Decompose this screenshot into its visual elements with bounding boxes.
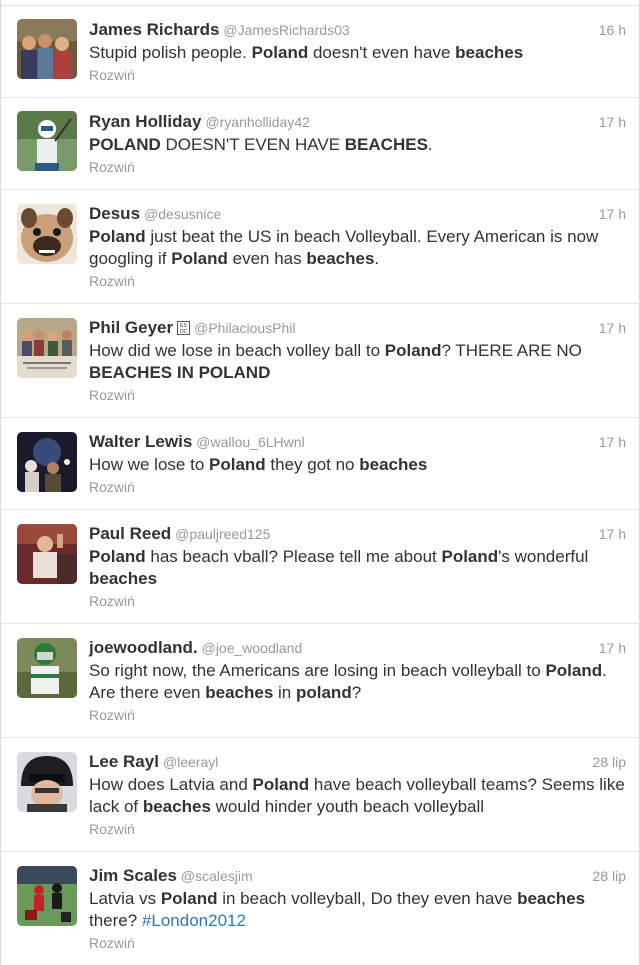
highlighted-term: BEACHES (344, 135, 428, 154)
tweet-author-name[interactable]: Desus (89, 204, 140, 223)
tweet-author-handle[interactable]: @scalesjim (181, 868, 253, 884)
avatar[interactable] (17, 432, 77, 492)
avatar[interactable] (17, 866, 77, 926)
highlighted-term: Poland (89, 547, 146, 566)
tweet[interactable]: James Richards @JamesRichards03 16 h Stup… (2, 6, 640, 98)
tweet-text: How we lose to Poland they got no beache… (89, 455, 428, 474)
expand-link[interactable]: Rozwiń (89, 819, 626, 839)
highlighted-term: beaches (359, 455, 428, 474)
svg-text:OC: OC (180, 329, 188, 335)
tweet-timestamp[interactable]: 17 h (599, 637, 626, 659)
tweet-author-handle[interactable]: @wallou_6LHwnl (196, 434, 304, 450)
tweet-author-name[interactable]: Lee Rayl (89, 752, 159, 771)
tweet[interactable]: Phil Geyer ES OC @PhilaciousPhil 17 h How d… (2, 304, 640, 418)
tweet-author-name[interactable]: Paul Reed (89, 524, 171, 543)
highlighted-term: beaches (89, 569, 158, 588)
avatar[interactable] (17, 19, 77, 79)
tweet-timestamp[interactable]: 16 h (599, 19, 626, 41)
expand-link[interactable]: Rozwiń (89, 271, 626, 291)
tweet-text: How does Latvia and Poland have beach vo… (89, 775, 625, 816)
tweet-timestamp[interactable]: 17 h (599, 317, 626, 339)
highlighted-term: Poland (171, 249, 228, 268)
expand-link[interactable]: Rozwiń (89, 591, 626, 611)
expand-link[interactable]: Rozwiń (89, 477, 626, 497)
highlighted-term: beaches (517, 889, 586, 908)
tweet[interactable]: Ryan Holliday @ryanholliday42 17 h POLAND… (2, 98, 640, 190)
tweet-text: Poland has beach vball? Please tell me a… (89, 547, 589, 588)
tweet[interactable]: Lee Rayl @leerayl 28 lip How does Latvia … (2, 738, 640, 852)
tweet[interactable]: joewoodland. @joe_woodland 17 h So right … (2, 624, 640, 738)
expand-link[interactable]: Rozwiń (89, 933, 626, 953)
tweet-timestamp[interactable]: 28 lip (593, 751, 626, 773)
highlighted-term: POLAND (89, 135, 161, 154)
tweet-text: So right now, the Americans are losing i… (89, 661, 607, 702)
tweet-timestamp[interactable]: 17 h (599, 203, 626, 225)
highlighted-term: beaches (306, 249, 375, 268)
avatar[interactable] (17, 638, 77, 698)
tweet-text: Latvia vs Poland in beach volleyball, Do… (89, 889, 586, 930)
avatar[interactable] (17, 204, 77, 264)
tweet-author-name[interactable]: joewoodland. (89, 638, 198, 657)
avatar[interactable] (17, 111, 77, 171)
avatar[interactable] (17, 752, 77, 812)
highlighted-term: Poland (252, 775, 310, 794)
highlighted-term: Poland (89, 227, 146, 246)
highlighted-term: Poland (384, 341, 442, 360)
tweet-author-handle[interactable]: @joe_woodland (202, 640, 303, 656)
highlighted-term: Poland (160, 889, 218, 908)
highlighted-term: beaches (205, 683, 274, 702)
tweet-author-handle[interactable]: @JamesRichards03 (223, 22, 349, 38)
tweet-timestamp[interactable]: 17 h (599, 523, 626, 545)
tweet-author-name[interactable]: Ryan Holliday (89, 112, 201, 131)
tweet-timestamp[interactable]: 17 h (599, 431, 626, 453)
expand-link[interactable]: Rozwiń (89, 65, 626, 85)
tweet-author-handle[interactable]: @desusnice (144, 206, 221, 222)
tweet[interactable]: Walter Lewis @wallou_6LHwnl 17 h How we l… (2, 418, 640, 510)
highlighted-term: Poland (545, 661, 603, 680)
avatar[interactable] (17, 318, 77, 378)
tweet-text: Stupid polish people. Poland doesn't eve… (89, 43, 524, 62)
highlighted-term: Poland (441, 547, 499, 566)
tweet-author-name[interactable]: Jim Scales (89, 866, 177, 885)
highlighted-term: beaches (142, 797, 211, 816)
tweet-text: Poland just beat the US in beach Volleyb… (89, 227, 599, 268)
tweet[interactable]: Paul Reed @pauljreed125 17 h Poland has b… (2, 510, 640, 624)
badge-icon: ES OC (177, 320, 191, 342)
expand-link[interactable]: Rozwiń (89, 385, 626, 405)
tweet-timestamp[interactable]: 28 lip (593, 865, 626, 887)
tweet-author-handle[interactable]: @leerayl (163, 754, 218, 770)
tweet-author-handle[interactable]: @pauljreed125 (175, 526, 270, 542)
expand-link[interactable]: Rozwiń (89, 705, 626, 725)
highlighted-term: poland (295, 683, 352, 702)
tweet-author-name[interactable]: James Richards (89, 20, 219, 39)
highlighted-term: beaches (455, 43, 524, 62)
tweet-timestamp[interactable]: 17 h (599, 111, 626, 133)
tweet-author-handle[interactable]: @ryanholliday42 (205, 114, 310, 130)
tweet-author-handle[interactable]: @PhilaciousPhil (194, 320, 295, 336)
hashtag-link[interactable]: #London2012 (142, 911, 246, 930)
tweet-text: How did we lose in beach volley ball to … (89, 341, 582, 382)
highlighted-term: Poland (251, 43, 309, 62)
highlighted-term: BEACHES IN POLAND (89, 363, 271, 382)
tweet-timeline: James Richards @JamesRichards03 16 h Stup… (0, 0, 640, 965)
tweet[interactable]: Desus @desusnice 17 h Poland just beat th… (2, 190, 640, 304)
tweet[interactable]: Jim Scales @scalesjim 28 lip Latvia vs Po… (2, 852, 640, 965)
tweet-text: POLAND DOESN'T EVEN HAVE BEACHES. (89, 135, 433, 154)
tweet-author-name[interactable]: Phil Geyer (89, 318, 173, 337)
avatar[interactable] (17, 524, 77, 584)
tweet-author-name[interactable]: Walter Lewis (89, 432, 192, 451)
expand-link[interactable]: Rozwiń (89, 157, 626, 177)
highlighted-term: Poland (209, 455, 266, 474)
